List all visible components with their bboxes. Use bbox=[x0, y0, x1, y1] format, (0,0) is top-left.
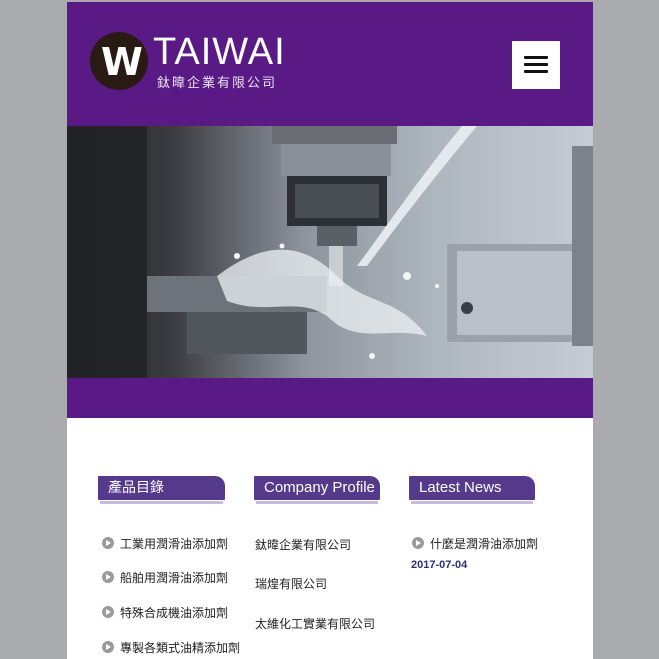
product-item[interactable]: 工業用潤滑油添加劑 bbox=[102, 535, 228, 552]
product-item-label: 船舶用潤滑油添加劑 bbox=[120, 571, 229, 585]
arrow-bullet-icon bbox=[102, 641, 114, 653]
latest-news-heading[interactable]: Latest News bbox=[409, 476, 535, 504]
page: W TAIWAI 鈦暐企業有限公司 產品目錄 工業用潤滑油添加劑 船舶用潤滑油添… bbox=[67, 2, 593, 659]
company-profile-heading[interactable]: Company Profile bbox=[254, 476, 380, 504]
news-date: 2017-07-04 bbox=[411, 559, 468, 571]
hero-banner-image bbox=[67, 126, 593, 378]
arrow-bullet-icon bbox=[102, 571, 114, 583]
cnc-machining-illustration bbox=[67, 126, 593, 378]
company-item[interactable]: 瑞煌有限公司 bbox=[255, 575, 327, 592]
menu-button[interactable] bbox=[512, 41, 560, 89]
hamburger-icon-line bbox=[524, 63, 548, 66]
logo-wordmark[interactable]: TAIWAI bbox=[153, 32, 286, 72]
company-item[interactable]: 鈦暐企業有限公司 bbox=[255, 536, 351, 553]
company-item[interactable]: 太維化工實業有限公司 bbox=[255, 615, 375, 632]
hamburger-icon-line bbox=[524, 70, 548, 73]
product-item[interactable]: 船舶用潤滑油添加劑 bbox=[102, 569, 228, 586]
site-header: W TAIWAI 鈦暐企業有限公司 bbox=[67, 2, 593, 126]
logo-mark-icon[interactable]: W bbox=[90, 32, 148, 90]
products-heading[interactable]: 產品目錄 bbox=[98, 476, 225, 504]
product-item-label: 專製各類式油精添加劑 bbox=[120, 641, 241, 655]
arrow-bullet-icon bbox=[412, 537, 424, 549]
product-item[interactable]: 特殊合成機油添加劑 bbox=[102, 604, 228, 621]
purple-band bbox=[67, 378, 593, 418]
arrow-bullet-icon bbox=[102, 537, 114, 549]
news-item-label: 什麼是潤滑油添加劑 bbox=[430, 537, 539, 551]
product-item-label: 工業用潤滑油添加劑 bbox=[120, 537, 229, 551]
product-item-label: 特殊合成機油添加劑 bbox=[120, 606, 229, 620]
arrow-bullet-icon bbox=[102, 606, 114, 618]
product-item[interactable]: 專製各類式油精添加劑 bbox=[102, 639, 240, 656]
logo-company-name: 鈦暐企業有限公司 bbox=[157, 76, 278, 91]
logo-mark-letter: W bbox=[101, 40, 143, 84]
news-item[interactable]: 什麼是潤滑油添加劑 bbox=[412, 535, 538, 552]
hamburger-icon bbox=[524, 56, 548, 59]
